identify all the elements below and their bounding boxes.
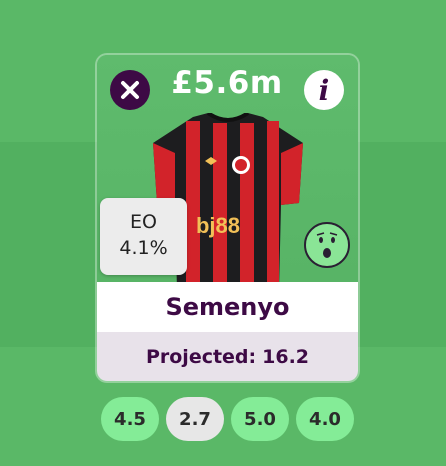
fixture-pill[interactable]: 5.0 (231, 397, 289, 441)
shocked-face-icon (304, 222, 350, 268)
info-icon: i (318, 73, 330, 107)
info-button[interactable]: i (304, 70, 344, 110)
player-card[interactable]: £5.6m i bj88 EO 4.1% Semenyo Projected: … (97, 55, 358, 381)
fixture-pill-value: 4.5 (114, 408, 146, 430)
fixture-projections: 4.5 2.7 5.0 4.0 (101, 397, 354, 443)
shirt-sponsor: bj88 (196, 213, 240, 238)
projected-value: 16.2 (262, 345, 310, 368)
fixture-pill-value: 4.0 (309, 408, 341, 430)
eo-value: 4.1% (119, 237, 168, 259)
projected-label: Projected: (145, 345, 257, 368)
player-name-bar: Semenyo (97, 282, 358, 332)
effective-ownership-box: EO 4.1% (100, 198, 187, 275)
player-price: £5.6m (171, 65, 283, 101)
fixture-pill-value: 5.0 (244, 408, 276, 430)
fixture-pill[interactable]: 2.7 (166, 397, 224, 441)
close-button[interactable] (110, 70, 150, 110)
fixture-pill[interactable]: 4.0 (296, 397, 354, 441)
close-icon (121, 81, 139, 99)
fixture-pill-value: 2.7 (179, 408, 211, 430)
eo-label: EO (130, 211, 157, 233)
fixture-pill[interactable]: 4.5 (101, 397, 159, 441)
player-name: Semenyo (165, 293, 290, 321)
projected-points-bar: Projected: 16.2 (97, 332, 358, 381)
